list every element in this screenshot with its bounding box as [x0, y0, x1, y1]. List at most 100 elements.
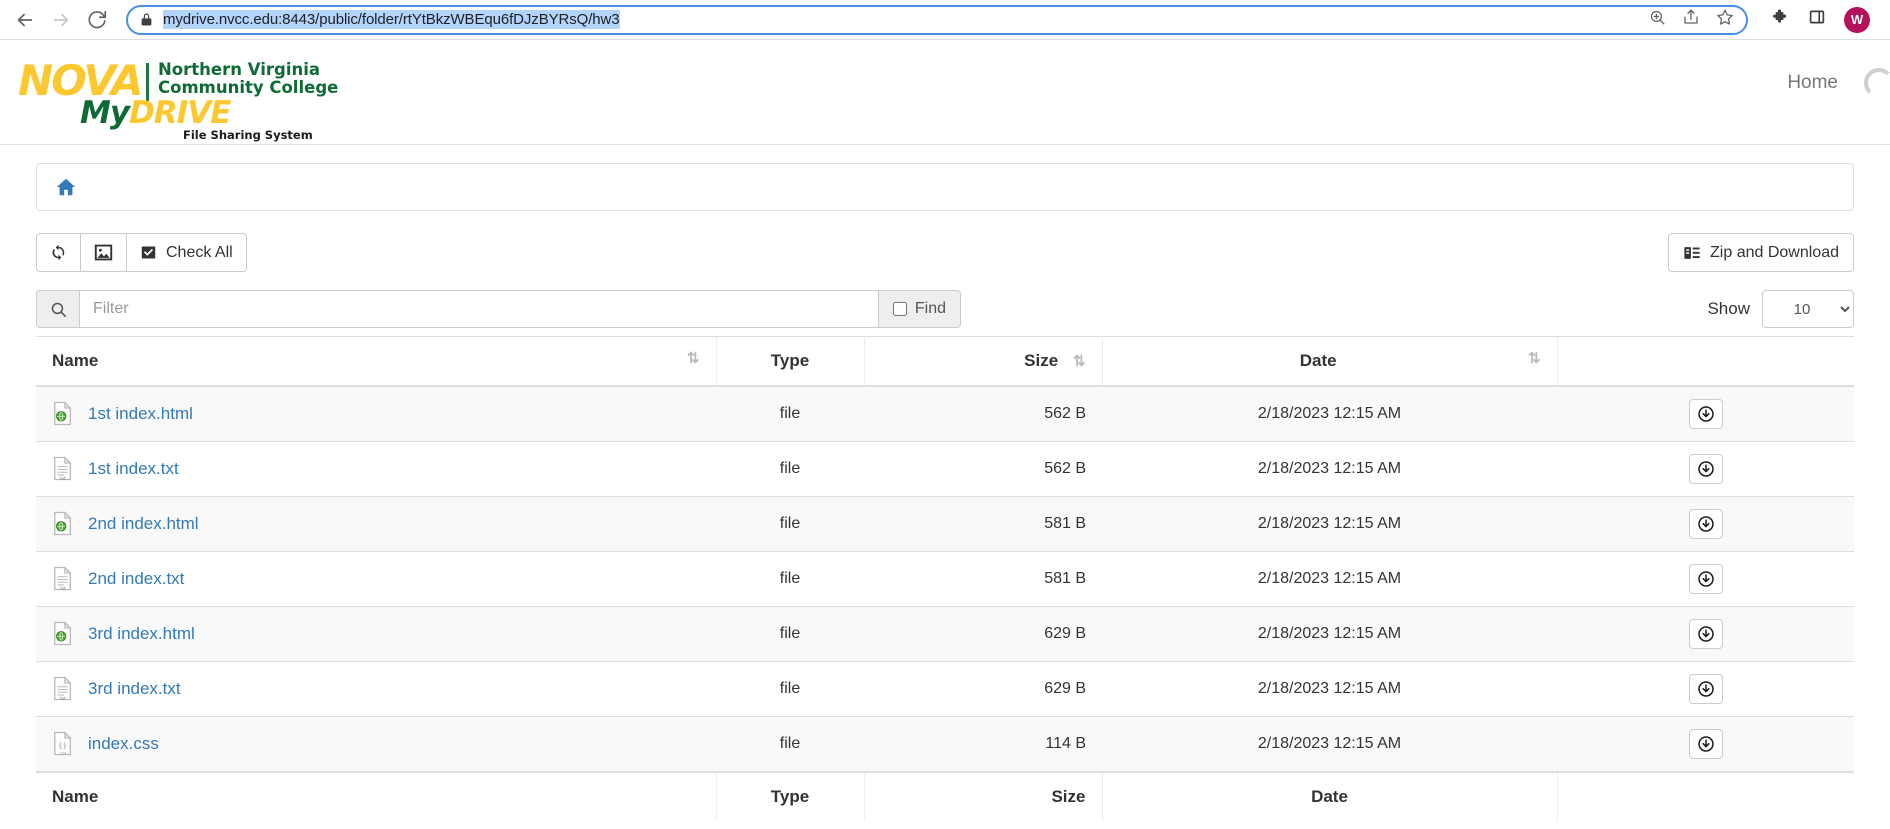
cell-type: file	[716, 717, 864, 773]
sort-updown-icon: ⇅	[687, 351, 700, 366]
zip-and-download-button[interactable]: Zip and Download	[1668, 233, 1854, 272]
forward-arrow-icon[interactable]	[46, 5, 76, 35]
cell-type: file	[716, 386, 864, 442]
column-header-size-label: Size	[1024, 351, 1058, 370]
puzzle-piece-icon[interactable]	[1772, 8, 1790, 31]
find-label: Find	[915, 300, 946, 318]
find-checkbox[interactable]	[893, 302, 907, 316]
download-circle-icon[interactable]	[1689, 454, 1723, 484]
column-header-type[interactable]: Type	[716, 337, 864, 387]
check-all-button[interactable]: Check All	[127, 233, 247, 272]
refresh-icon	[50, 244, 67, 261]
zip-archive-icon	[1683, 245, 1701, 261]
html-file-icon	[52, 401, 74, 427]
cell-size: 114 B	[864, 717, 1102, 773]
cell-date: 2/18/2023 12:15 AM	[1102, 552, 1557, 607]
file-link[interactable]: 1st index.txt	[88, 459, 179, 479]
download-circle-icon[interactable]	[1689, 619, 1723, 649]
cell-name: 3rd index.html	[36, 607, 716, 662]
column-header-name-label: Name	[52, 351, 98, 370]
cell-size: 581 B	[864, 552, 1102, 607]
logo-my-text: My	[80, 95, 129, 131]
cell-actions	[1557, 552, 1854, 607]
back-arrow-icon[interactable]	[10, 5, 40, 35]
cell-name: txt2nd index.txt	[36, 552, 716, 607]
download-circle-icon[interactable]	[1689, 509, 1723, 539]
table-row: 2nd index.htmlfile581 B2/18/2023 12:15 A…	[36, 497, 1854, 552]
cell-date: 2/18/2023 12:15 AM	[1102, 497, 1557, 552]
download-circle-icon[interactable]	[1689, 729, 1723, 759]
show-entries-control: Show 10	[1707, 290, 1854, 328]
footer-column-date: Date	[1102, 772, 1557, 821]
filter-input[interactable]	[79, 290, 878, 328]
footer-column-size: Size	[864, 772, 1102, 821]
cell-size: 562 B	[864, 386, 1102, 442]
cell-date: 2/18/2023 12:15 AM	[1102, 717, 1557, 773]
svg-text:txt: txt	[60, 696, 66, 701]
cell-actions	[1557, 607, 1854, 662]
css-file-icon: {}css	[52, 731, 74, 757]
download-circle-icon[interactable]	[1689, 674, 1723, 704]
cell-date: 2/18/2023 12:15 AM	[1102, 607, 1557, 662]
share-icon[interactable]	[1682, 8, 1700, 31]
file-link[interactable]: 3rd index.txt	[88, 679, 181, 699]
table-row: 1st index.htmlfile562 B2/18/2023 12:15 A…	[36, 386, 1854, 442]
logo-drive-text: DRIVE	[129, 95, 230, 131]
site-header: NOVA Northern Virginia Community College…	[0, 40, 1890, 145]
logo-college-text: Northern Virginia Community College	[158, 61, 338, 98]
zip-and-download-label: Zip and Download	[1710, 244, 1839, 262]
url-text: mydrive.nvcc.edu:8443/public/folder/rtYt…	[163, 10, 620, 29]
zoom-in-icon[interactable]	[1649, 9, 1666, 31]
reload-icon[interactable]	[82, 5, 112, 35]
file-table-foot: Name Type Size Date	[36, 772, 1854, 821]
file-link[interactable]: index.css	[88, 734, 159, 754]
star-icon[interactable]	[1716, 8, 1734, 31]
svg-text:css: css	[60, 751, 66, 756]
address-bar[interactable]: mydrive.nvcc.edu:8443/public/folder/rtYt…	[126, 5, 1748, 35]
cell-type: file	[716, 607, 864, 662]
side-panel-icon[interactable]	[1808, 8, 1826, 31]
table-header-row: Name ⇅ Type Size ⇅ Date ⇅	[36, 337, 1854, 387]
svg-text:txt: txt	[60, 476, 66, 481]
logo-tagline: File Sharing System	[183, 128, 313, 142]
cell-actions	[1557, 497, 1854, 552]
cell-type: file	[716, 497, 864, 552]
cell-actions	[1557, 386, 1854, 442]
show-entries-select[interactable]: 10	[1762, 290, 1854, 328]
download-circle-icon[interactable]	[1689, 564, 1723, 594]
nova-mydrive-logo[interactable]: NOVA Northern Virginia Community College…	[18, 60, 348, 136]
refresh-button[interactable]	[36, 233, 81, 272]
breadcrumb	[36, 163, 1854, 211]
column-header-name[interactable]: Name ⇅	[36, 337, 716, 387]
table-footer-row: Name Type Size Date	[36, 772, 1854, 821]
logo-college-line1: Northern Virginia	[158, 60, 320, 79]
cell-size: 629 B	[864, 607, 1102, 662]
download-circle-icon[interactable]	[1689, 399, 1723, 429]
column-header-date[interactable]: Date ⇅	[1102, 337, 1557, 387]
search-icon	[36, 290, 79, 328]
html-file-icon	[52, 511, 74, 537]
browser-extension-icons: W	[1754, 7, 1880, 33]
file-link[interactable]: 3rd index.html	[88, 624, 195, 644]
file-link[interactable]: 1st index.html	[88, 404, 193, 424]
cell-name: txt 1st index.txt	[36, 442, 716, 497]
cell-date: 2/18/2023 12:15 AM	[1102, 442, 1557, 497]
file-link[interactable]: 2nd index.html	[88, 514, 199, 534]
gallery-view-button[interactable]	[81, 233, 127, 272]
table-row: txt2nd index.txtfile581 B2/18/2023 12:15…	[36, 552, 1854, 607]
cell-actions	[1557, 662, 1854, 717]
profile-avatar[interactable]: W	[1844, 7, 1870, 33]
logo-mydrive-text: MyDRIVE	[80, 98, 230, 129]
txt-file-icon: txt	[52, 456, 74, 482]
sort-updown-icon: ⇅	[1528, 351, 1541, 366]
file-table: Name ⇅ Type Size ⇅ Date ⇅ 1st index.html…	[36, 336, 1854, 821]
column-header-size[interactable]: Size ⇅	[864, 337, 1102, 387]
check-square-icon	[140, 244, 157, 261]
find-toggle[interactable]: Find	[878, 290, 961, 328]
home-icon[interactable]	[55, 176, 77, 198]
cell-actions	[1557, 717, 1854, 773]
page-content: Check All Zip and Download Find Show 10	[0, 145, 1890, 829]
nav-link-home[interactable]: Home	[1787, 72, 1838, 94]
file-link[interactable]: 2nd index.txt	[88, 569, 184, 589]
cell-name: 2nd index.html	[36, 497, 716, 552]
